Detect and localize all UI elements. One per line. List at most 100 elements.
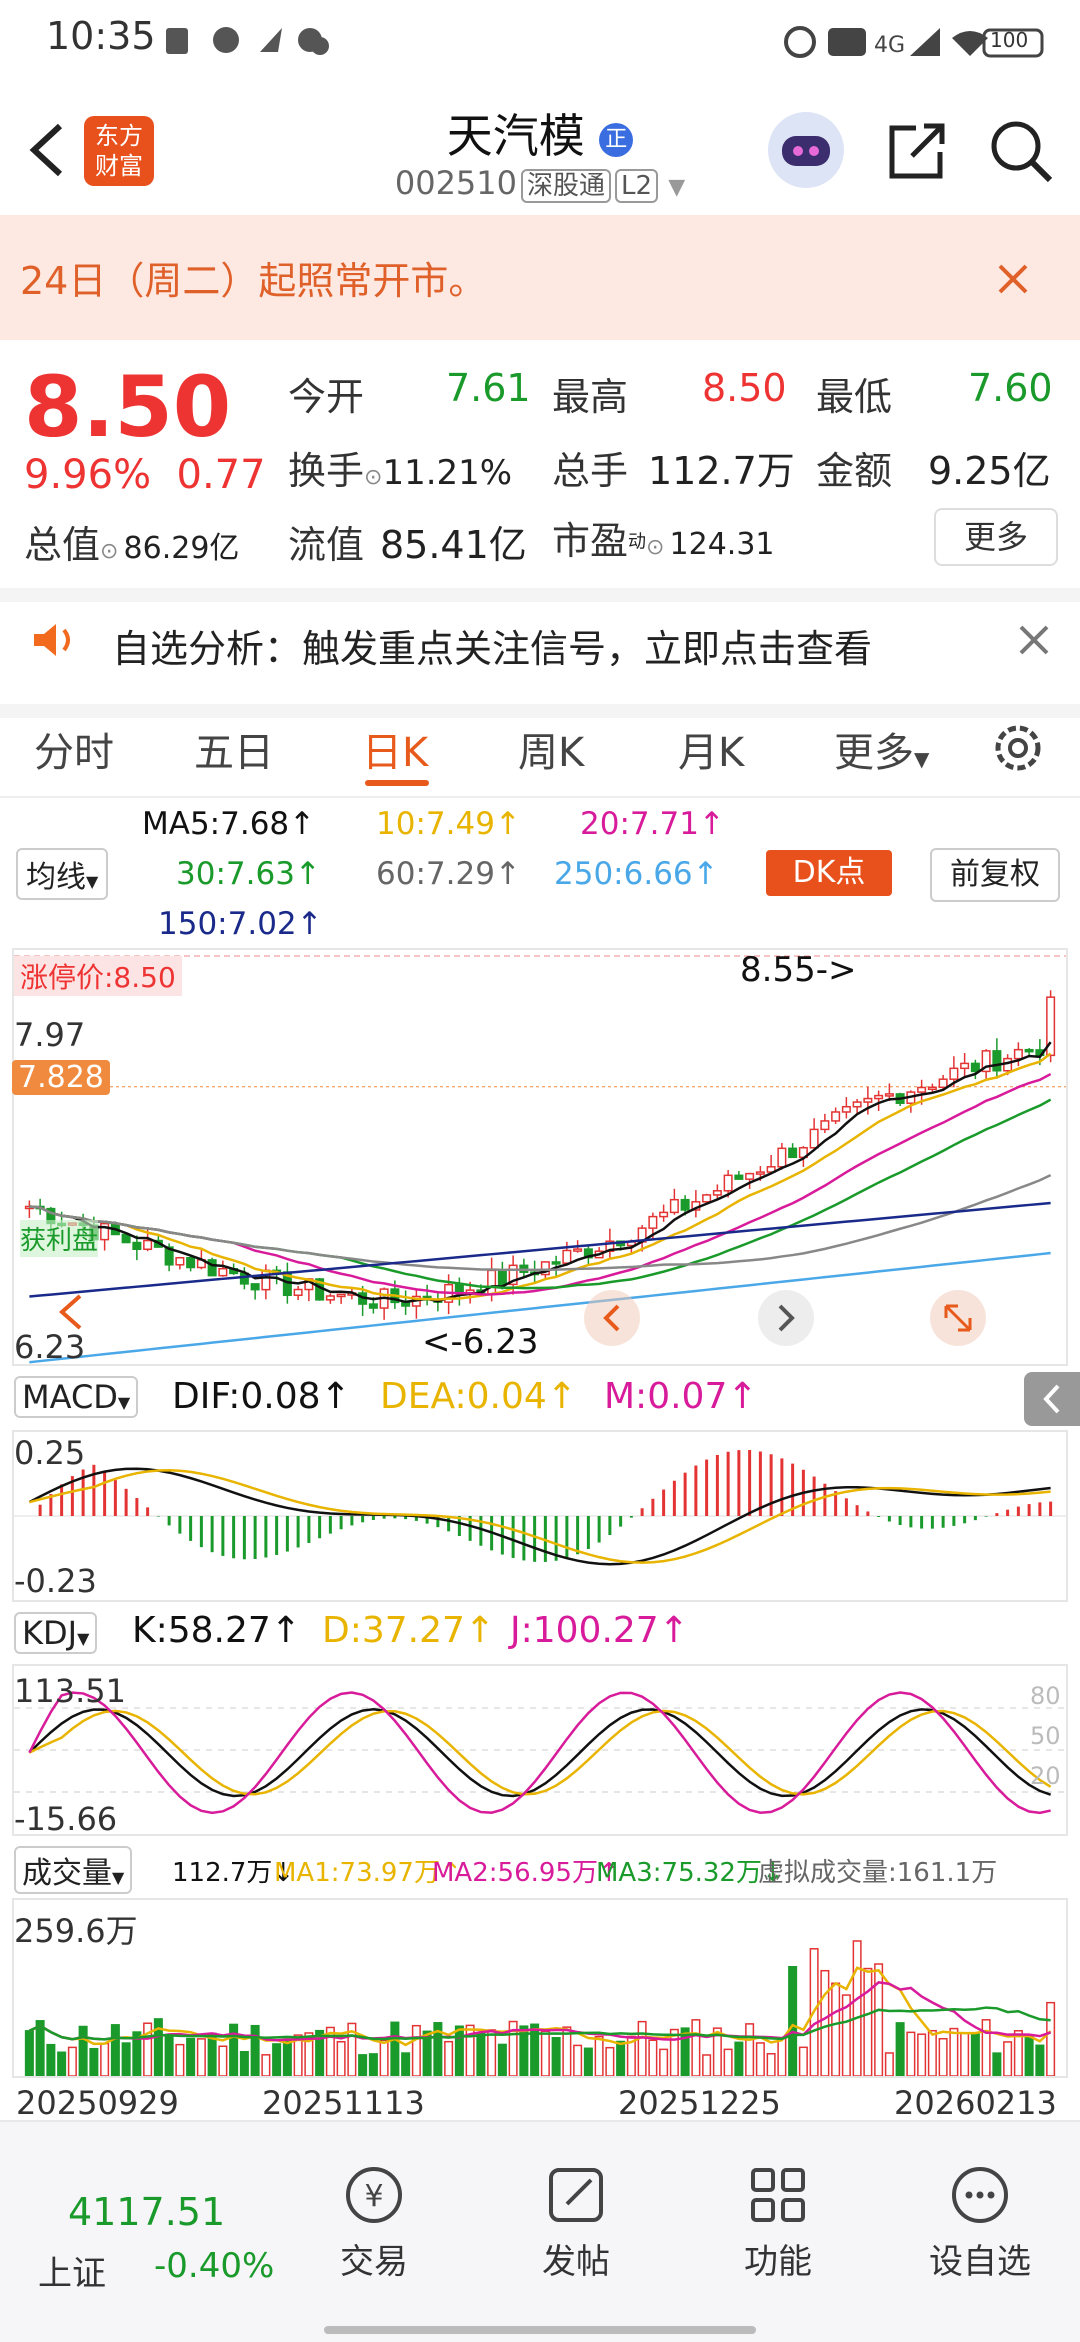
candle-body xyxy=(884,1093,894,1097)
candle-body xyxy=(960,1062,970,1070)
ma20-legend: 20:7.71↑ xyxy=(580,806,725,842)
ma-selector[interactable]: 均线▼ xyxy=(16,848,109,900)
index-value[interactable]: 4117.51 xyxy=(68,2190,225,2234)
ma150-legend: 150:7.02↑ xyxy=(158,906,323,942)
verified-icon: 正 xyxy=(599,122,634,157)
candle-body xyxy=(788,1147,798,1159)
share-icon[interactable] xyxy=(886,120,948,186)
candle-body xyxy=(497,1269,507,1286)
tab-weekly-k[interactable]: 周K xyxy=(518,720,584,778)
volume-bar xyxy=(1003,2041,1013,2077)
kline-chart[interactable] xyxy=(12,948,1068,1366)
candle-body xyxy=(143,1239,153,1251)
price-tick-1: 7.97 xyxy=(14,1016,86,1054)
date-label-4: 20260213 xyxy=(894,2084,1057,2122)
volume-bar xyxy=(229,2023,239,2077)
adjust-button[interactable]: 前复权 xyxy=(930,848,1060,902)
volume-bar xyxy=(401,2052,411,2077)
price-change: 9.96% 0.77 xyxy=(24,452,266,498)
candle-body xyxy=(702,1194,712,1203)
volume-bar xyxy=(659,2048,669,2077)
volume-bar xyxy=(250,2024,260,2077)
volume-bar xyxy=(852,1940,862,2077)
prev-icon[interactable] xyxy=(584,1290,640,1346)
volume-bar xyxy=(368,2053,378,2077)
low-label: 最低 xyxy=(816,375,893,419)
settings-icon[interactable] xyxy=(990,720,1046,780)
candle-body xyxy=(250,1283,260,1291)
ma150-line xyxy=(29,1201,1051,1298)
kdj-k: K:58.27↑ xyxy=(132,1610,301,1651)
dk-point-button[interactable]: DK点 xyxy=(766,850,892,896)
volume-bar xyxy=(594,2035,604,2077)
tab-five-day[interactable]: 五日 xyxy=(194,720,274,778)
kdj-ref-50: 50 xyxy=(1030,1722,1061,1750)
volume-bar xyxy=(863,1967,873,2077)
more-button[interactable]: 更多 xyxy=(934,508,1058,566)
svg-text:¥: ¥ xyxy=(364,2179,383,2214)
candle-body xyxy=(261,1269,271,1291)
volume-bar xyxy=(874,1963,884,2077)
volume-bar xyxy=(46,2043,56,2077)
analysis-text: 自选分析：触发重点关注信号，立即点击查看 xyxy=(112,627,873,671)
tab-daily-k[interactable]: 日K xyxy=(362,720,428,778)
macd-selector[interactable]: MACD▼ xyxy=(14,1376,139,1418)
date-label-1: 20250929 xyxy=(16,2084,179,2122)
current-price: 8.50 xyxy=(24,358,232,456)
next-icon[interactable] xyxy=(758,1290,814,1346)
nav-post[interactable]: 发帖 xyxy=(496,2160,656,2283)
volume-bar xyxy=(583,2047,593,2077)
volume-chart xyxy=(12,1898,1068,2078)
scroll-left-icon[interactable] xyxy=(52,1290,92,1338)
expand-icon[interactable] xyxy=(930,1290,986,1346)
candle-body xyxy=(927,1086,937,1091)
volume-bar xyxy=(691,2019,701,2077)
ma60-legend: 60:7.29↑ xyxy=(376,856,521,892)
tab-more[interactable]: 更多▼ xyxy=(834,720,929,778)
candle-body xyxy=(777,1147,787,1168)
candle-body xyxy=(487,1269,497,1295)
candle-body xyxy=(712,1190,722,1196)
kdj-ref-80: 80 xyxy=(1030,1682,1061,1710)
volume-label: 总手 xyxy=(552,449,629,493)
candle-body xyxy=(293,1288,303,1297)
candle-body xyxy=(992,1050,1002,1072)
close-analysis-icon[interactable] xyxy=(1018,624,1050,660)
volume-bar xyxy=(766,2053,776,2077)
volume-bar xyxy=(573,2044,583,2077)
kdj-top: 113.51 xyxy=(14,1672,126,1710)
candle-body xyxy=(809,1128,819,1149)
volume-selector[interactable]: 成交量▼ xyxy=(14,1846,133,1894)
index-name[interactable]: 上证 xyxy=(38,2246,106,2295)
volume-bar xyxy=(1035,2044,1045,2077)
notification-icons xyxy=(160,22,360,66)
ma60-line xyxy=(29,1174,1052,1272)
tab-intraday[interactable]: 分时 xyxy=(34,720,114,778)
close-icon[interactable] xyxy=(996,262,1030,300)
kdj-selector[interactable]: KDJ▼ xyxy=(14,1612,98,1654)
volume-bar xyxy=(196,2038,206,2077)
collapse-panel-button[interactable] xyxy=(1024,1372,1080,1426)
assistant-avatar[interactable] xyxy=(768,112,844,188)
float-value: 85.41亿 xyxy=(380,523,527,567)
nav-watchlist[interactable]: 设自选 xyxy=(900,2160,1060,2283)
index-change[interactable]: -0.40% xyxy=(154,2246,274,2286)
volume-bar xyxy=(282,2038,292,2077)
volume-bar xyxy=(917,2033,927,2077)
grid-icon xyxy=(751,2168,805,2222)
kdj-chart xyxy=(12,1664,1068,1836)
search-icon[interactable] xyxy=(988,118,1054,188)
volume-bar xyxy=(390,2021,400,2077)
total-value: 总值⊙ 86.29亿 xyxy=(24,523,240,567)
nav-trade[interactable]: ¥ 交易 xyxy=(294,2160,454,2283)
candle-body xyxy=(454,1283,464,1294)
open-label: 今开 xyxy=(288,375,365,419)
kdj-ref-20: 20 xyxy=(1030,1762,1061,1790)
volume-bar xyxy=(938,2037,948,2077)
nav-function[interactable]: 功能 xyxy=(698,2160,858,2283)
candle-body xyxy=(841,1105,851,1113)
tab-monthly-k[interactable]: 月K xyxy=(678,720,744,778)
volume-bar xyxy=(798,2046,808,2077)
volume-bar xyxy=(358,2054,368,2077)
candle-body xyxy=(938,1078,948,1089)
